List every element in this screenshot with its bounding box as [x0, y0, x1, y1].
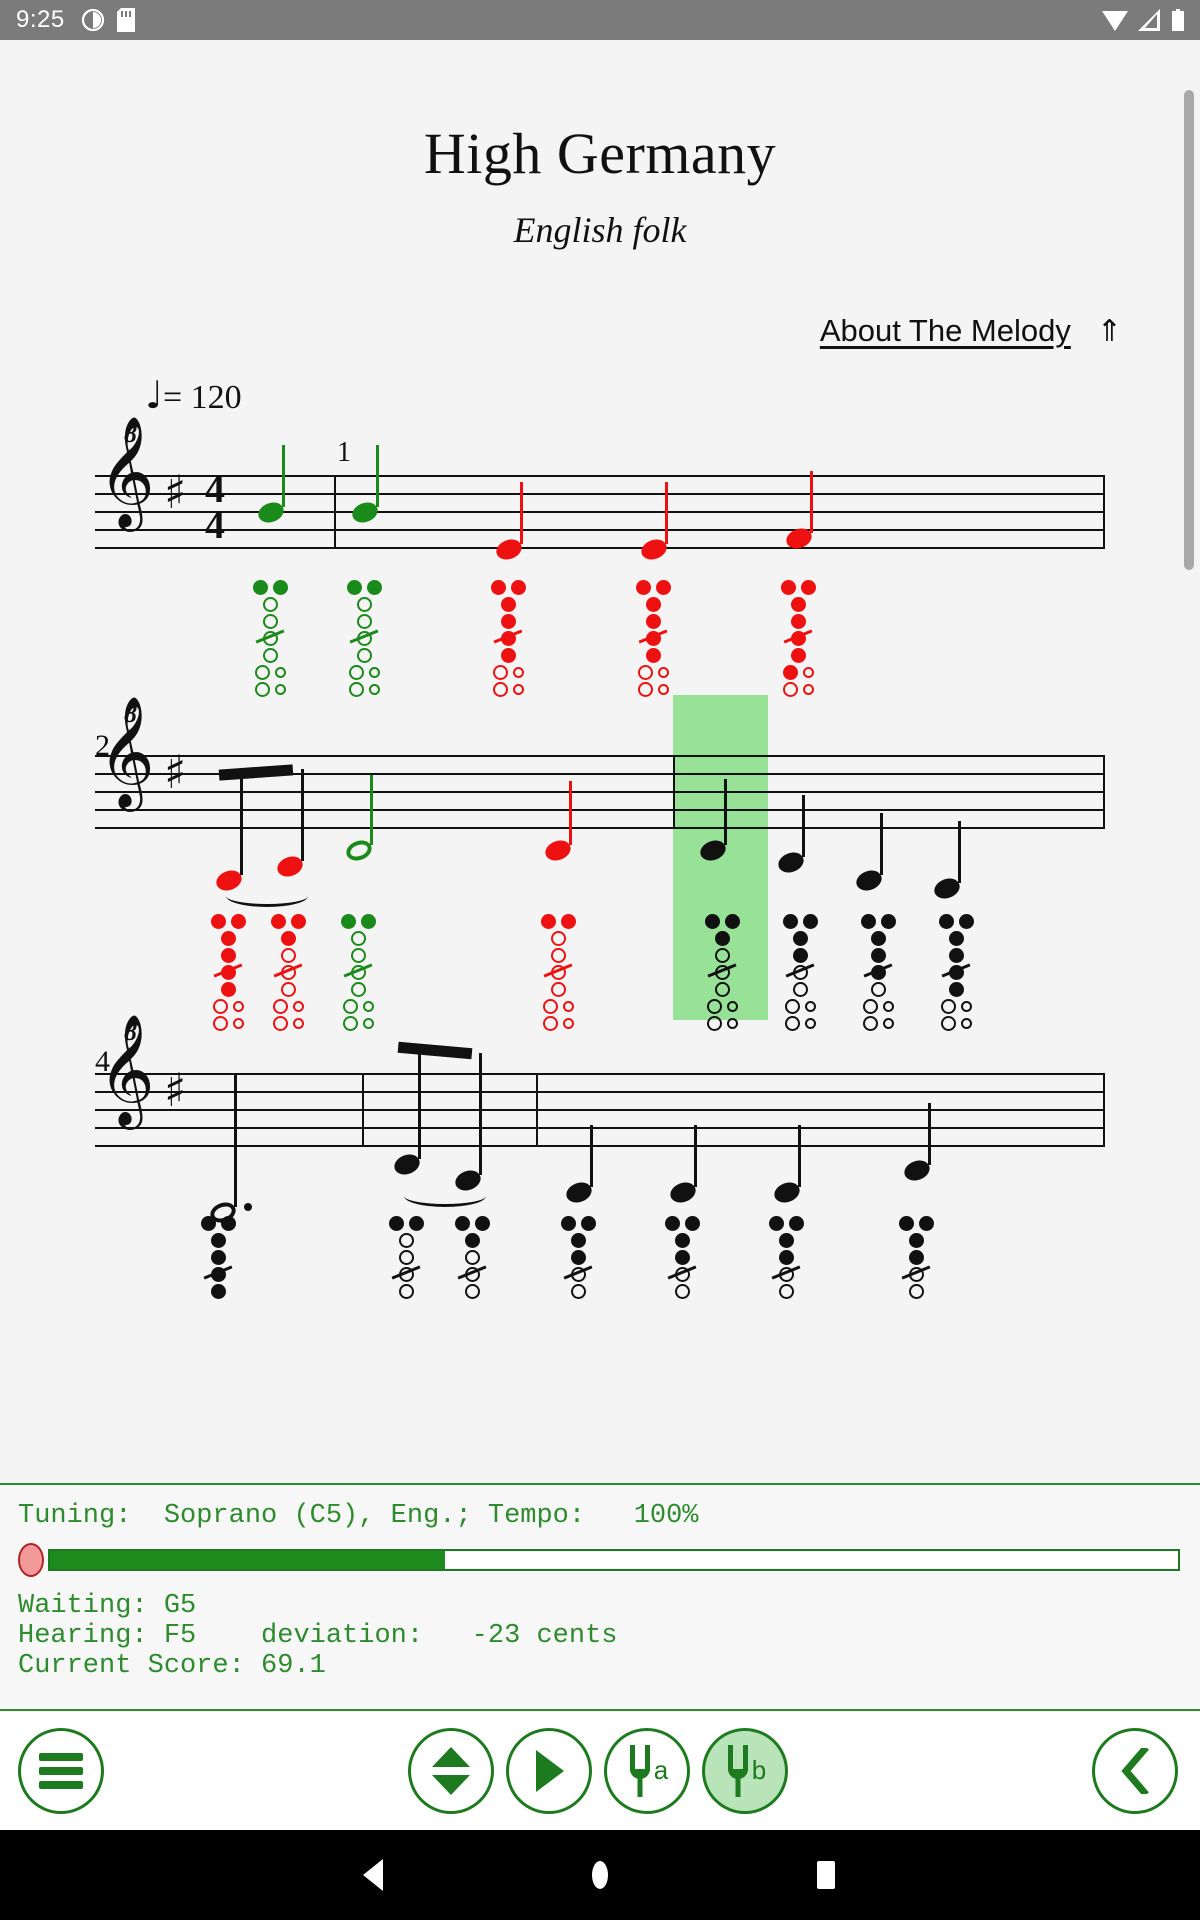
note-head[interactable] — [542, 781, 574, 864]
barline — [1103, 755, 1105, 829]
note-head[interactable] — [391, 1049, 423, 1178]
about-row: About The Melody ⇑ — [0, 313, 1200, 349]
quarter-note-icon: ♩ — [145, 373, 163, 417]
staff-lines — [95, 475, 1105, 549]
progress-row[interactable] — [18, 1543, 1200, 1577]
wifi-icon — [1102, 11, 1128, 31]
menu-button[interactable] — [18, 1727, 104, 1814]
fingering-chart — [196, 1215, 240, 1300]
barline — [334, 475, 336, 549]
sd-card-icon — [116, 8, 135, 32]
staff-system-1[interactable]: ♩= 120 𝄞 8 ♯ 4 4 1 — [0, 373, 1200, 697]
clock-icon — [81, 8, 104, 32]
staff-system-3[interactable]: 4 𝄞 8 ♯ — [0, 1007, 1200, 1299]
note-head[interactable] — [901, 1103, 933, 1184]
tuning-fork-b-button[interactable]: b — [702, 1727, 788, 1814]
note-head[interactable] — [343, 775, 375, 864]
note-head[interactable] — [667, 1125, 699, 1206]
staff-lines — [95, 1073, 1105, 1147]
android-nav-bar — [0, 1830, 1200, 1920]
staff-system-2[interactable]: 2 𝄞 8 ♯ — [0, 677, 1200, 1031]
note-head[interactable] — [771, 1125, 803, 1206]
augmentation-dot — [244, 1203, 252, 1211]
fingering-chart — [764, 1215, 808, 1300]
clef-octave-8-icon: 8 — [124, 419, 137, 448]
fingering-chart — [894, 1215, 938, 1300]
fingering-chart — [556, 1215, 600, 1300]
measure-number: 1 — [337, 437, 351, 468]
play-button[interactable] — [506, 1727, 592, 1814]
note-head[interactable] — [783, 471, 815, 552]
note-head[interactable] — [274, 769, 306, 880]
battery-icon — [1172, 9, 1184, 31]
music-score[interactable]: ♩= 120 𝄞 8 ♯ 4 4 1 2 𝄞 8 ♯ 4 𝄞 8 ♯ — [0, 373, 1200, 1299]
key-signature-sharp-icon: ♯ — [164, 465, 187, 519]
note-head[interactable] — [697, 779, 729, 864]
slur — [226, 885, 308, 907]
slur — [404, 1185, 486, 1207]
tuning-tempo-line: Tuning: Soprano (C5), Eng.; Tempo: 100% — [18, 1501, 699, 1531]
android-status-bar: 9:25 — [0, 0, 1200, 40]
progress-bar-fill — [50, 1551, 445, 1569]
up-down-arrows-icon — [432, 1746, 470, 1795]
about-the-melody-link[interactable]: About The Melody — [820, 313, 1071, 349]
note-head[interactable] — [931, 821, 963, 902]
fingering-chart — [384, 1215, 428, 1300]
time-signature-denominator: 4 — [205, 502, 225, 547]
scroll-up-arrow-icon[interactable]: ⇑ — [1097, 314, 1122, 349]
note-head[interactable] — [349, 445, 381, 526]
beam — [397, 1041, 473, 1060]
fork-b-label: b — [751, 1755, 767, 1785]
bottom-toolbar: a b — [0, 1711, 1200, 1830]
signal-icon — [1138, 9, 1160, 31]
hearing-note-line: Hearing: F5 deviation: -23 cents — [18, 1621, 618, 1651]
tempo-value: = 120 — [162, 379, 242, 416]
hamburger-icon — [39, 1747, 83, 1795]
waiting-note-line: Waiting: G5 — [18, 1591, 197, 1621]
progress-bar[interactable] — [48, 1549, 1180, 1571]
tuning-fork-a-button[interactable]: a — [604, 1727, 690, 1814]
page-subtitle: English folk — [513, 210, 687, 250]
back-button[interactable] — [1092, 1727, 1178, 1814]
android-home-icon[interactable] — [587, 1859, 613, 1891]
note-head[interactable] — [563, 1125, 595, 1206]
fingering-chart — [660, 1215, 704, 1300]
barline — [362, 1073, 364, 1147]
score-scroll-area[interactable]: High Germany English folk About The Melo… — [0, 40, 1200, 1483]
android-recents-icon[interactable] — [813, 1859, 839, 1891]
clef-octave-8-icon: 8 — [124, 1017, 137, 1046]
fingering-chart — [450, 1215, 494, 1300]
barline — [1103, 475, 1105, 549]
key-signature-sharp-icon: ♯ — [164, 1063, 187, 1117]
practice-status-panel: Tuning: Soprano (C5), Eng.; Tempo: 100% … — [0, 1483, 1200, 1711]
pitch-indicator-knob — [18, 1543, 44, 1577]
current-score-line: Current Score: 69.1 — [18, 1651, 326, 1681]
chevron-left-icon — [1121, 1747, 1149, 1794]
note-head[interactable] — [255, 445, 287, 526]
note-head[interactable] — [493, 482, 525, 563]
fork-a-label: a — [653, 1755, 669, 1785]
note-head[interactable] — [853, 813, 885, 894]
barline — [536, 1073, 538, 1147]
staff-lines — [95, 755, 1105, 829]
clef-octave-8-icon: 8 — [124, 699, 137, 728]
tempo-marking: ♩= 120 — [145, 373, 242, 417]
android-back-icon[interactable] — [361, 1859, 387, 1891]
time-signature: 4 4 — [205, 469, 225, 547]
note-head[interactable] — [775, 795, 807, 876]
barline — [1103, 1073, 1105, 1147]
status-clock: 9:25 — [16, 6, 65, 33]
play-icon — [536, 1749, 564, 1792]
page-title: High Germany — [423, 121, 777, 186]
barline — [673, 755, 675, 829]
octave-updown-button[interactable] — [408, 1727, 494, 1814]
key-signature-sharp-icon: ♯ — [164, 745, 187, 799]
note-head[interactable] — [638, 482, 670, 563]
